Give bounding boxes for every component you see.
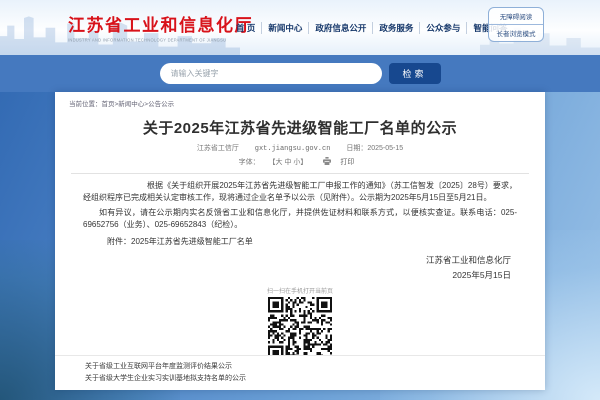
nav-item-services[interactable]: 政务服务 — [372, 22, 419, 34]
search-button[interactable]: 检索 — [388, 63, 441, 84]
font-size-label: 字体： — [238, 159, 260, 166]
article-toolbar: 字体： 【大 中 小】 打印 — [55, 157, 545, 167]
related-links: 关于省级工业互联网平台年度监测评价结果公示 关于省级大学生企业实习实训基地拟支持… — [55, 355, 545, 390]
nav-item-gov-info[interactable]: 政府信息公开 — [308, 22, 372, 34]
accessible-reading-button[interactable]: 无障碍阅读 — [489, 8, 543, 25]
attachment-link[interactable]: 附件：2025年江苏省先进级智能工厂名单 — [83, 236, 517, 248]
nav-item-news[interactable]: 新闻中心 — [261, 22, 308, 34]
print-icon — [323, 157, 332, 165]
elder-mode-button[interactable]: 长者浏览模式 — [489, 25, 543, 41]
signature-date: 2025年5月15日 — [452, 270, 511, 281]
related-link[interactable]: 关于省级大学生企业实习实训基地拟支持名单的公示 — [85, 373, 515, 383]
article-signature: 江苏省工业和信息化厅 2025年5月15日 — [55, 248, 545, 284]
qr-code — [268, 296, 332, 361]
nav-item-home[interactable]: 首 页 — [230, 22, 261, 34]
article-card: 当前位置：首页>新闻中心>公告公示 关于2025年江苏省先进级智能工厂名单的公示… — [55, 92, 545, 390]
print-button[interactable]: 打印 — [323, 157, 361, 166]
breadcrumb[interactable]: 当前位置：首页>新闻中心>公告公示 — [55, 92, 545, 110]
search-input[interactable] — [159, 63, 382, 84]
site-header: 江苏省工业和信息化厅 INDUSTRY AND INFORMATION TECH… — [0, 0, 600, 55]
qr-section: 扫一扫在手机打开当前页 — [55, 286, 545, 366]
article-body: 根据《关于组织开展2025年江苏省先进级智能工厂申报工作的通知》（苏工信智发〔2… — [55, 174, 545, 248]
related-link[interactable]: 关于省级工业互联网平台年度监测评价结果公示 — [85, 361, 515, 371]
article-date: 日期：2025-05-15 — [346, 145, 404, 152]
page: 江苏省工业和信息化厅 INDUSTRY AND INFORMATION TECH… — [0, 0, 600, 400]
main-nav: 首 页 新闻中心 政府信息公开 政务服务 公众参与 智能问答 — [230, 22, 513, 34]
article-paragraph: 如有异议，请在公示期内实名反馈省工业和信息化厅，并提供佐证材料和联系方式，以便核… — [83, 207, 517, 230]
accessibility-box: 无障碍阅读 长者浏览模式 — [488, 7, 544, 42]
article-title: 关于2025年江苏省先进级智能工厂名单的公示 — [142, 120, 458, 137]
search-band: 检索 — [0, 55, 600, 92]
signature-department: 江苏省工业和信息化厅 — [425, 254, 511, 265]
article-meta: 江苏省工信厅 gxt.jiangsu.gov.cn 日期：2025-05-15 — [55, 143, 545, 153]
site-title-english: INDUSTRY AND INFORMATION TECHNOLOGY DEPA… — [68, 38, 227, 43]
nav-item-participation[interactable]: 公众参与 — [419, 22, 466, 34]
font-size-controls[interactable]: 【大 中 小】 — [269, 159, 308, 166]
article-paragraph: 根据《关于组织开展2025年江苏省先进级智能工厂申报工作的通知》（苏工信智发〔2… — [83, 181, 517, 203]
qr-caption: 扫一扫在手机打开当前页 — [266, 288, 333, 295]
article-source-label: 江苏省工信厅 — [196, 145, 239, 152]
print-label: 打印 — [340, 159, 355, 166]
article-source-url: gxt.jiangsu.gov.cn — [254, 145, 331, 153]
